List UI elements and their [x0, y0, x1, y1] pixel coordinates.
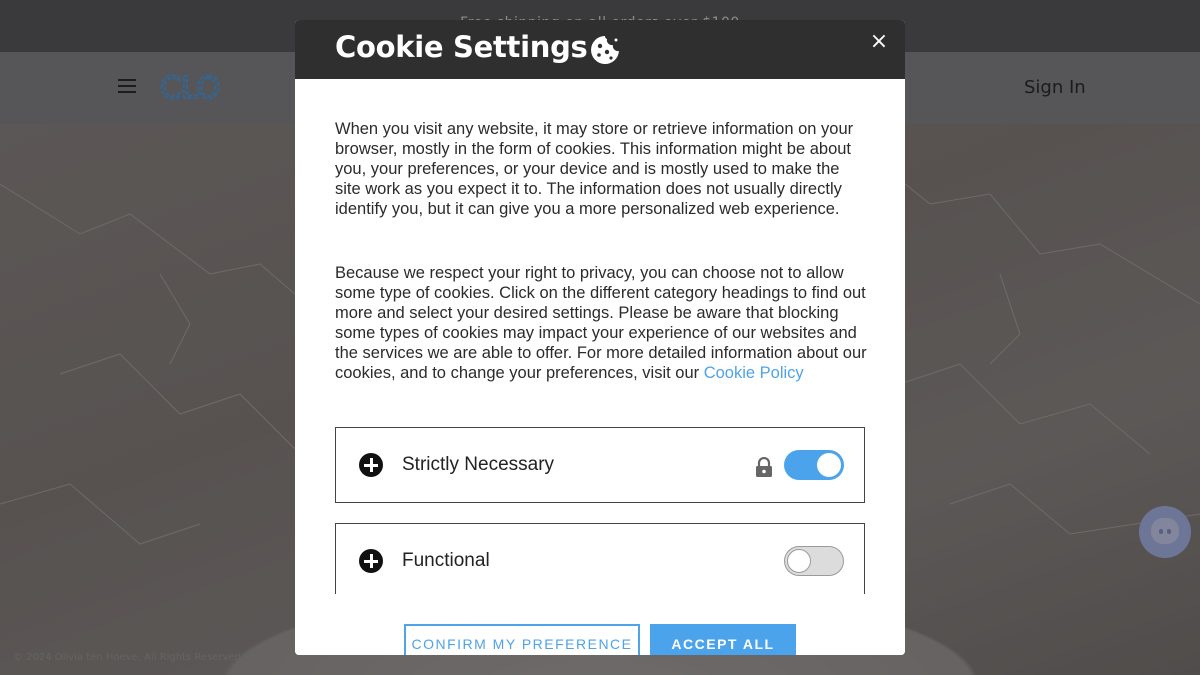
modal-body[interactable]: When you visit any website, it may store…	[295, 79, 905, 594]
accept-all-button[interactable]: ACCEPT ALL	[650, 624, 796, 655]
plus-circle-icon[interactable]	[359, 453, 383, 477]
cookie-settings-modal: Cookie Settings × When you visit any web…	[295, 20, 905, 655]
modal-header: Cookie Settings ×	[295, 20, 905, 79]
lock-icon	[756, 457, 772, 477]
privacy-paragraph: Because we respect your right to privacy…	[335, 263, 867, 383]
category-strictly-necessary[interactable]: Strictly Necessary	[335, 427, 865, 503]
category-label[interactable]: Functional	[402, 550, 490, 572]
cookie-policy-link[interactable]: Cookie Policy	[704, 364, 804, 382]
intro-paragraph: When you visit any website, it may store…	[335, 120, 854, 218]
strictly-necessary-toggle[interactable]	[784, 450, 844, 480]
modal-footer: CONFIRM MY PREFERENCE ACCEPT ALL	[295, 594, 905, 655]
functional-toggle[interactable]	[784, 546, 844, 576]
modal-title: Cookie Settings	[335, 30, 588, 64]
plus-circle-icon[interactable]	[359, 549, 383, 573]
close-icon[interactable]: ×	[865, 31, 893, 59]
cookie-icon	[591, 36, 619, 64]
category-label[interactable]: Strictly Necessary	[402, 454, 554, 476]
confirm-preference-button[interactable]: CONFIRM MY PREFERENCE	[404, 624, 640, 655]
category-functional[interactable]: Functional	[335, 523, 865, 594]
